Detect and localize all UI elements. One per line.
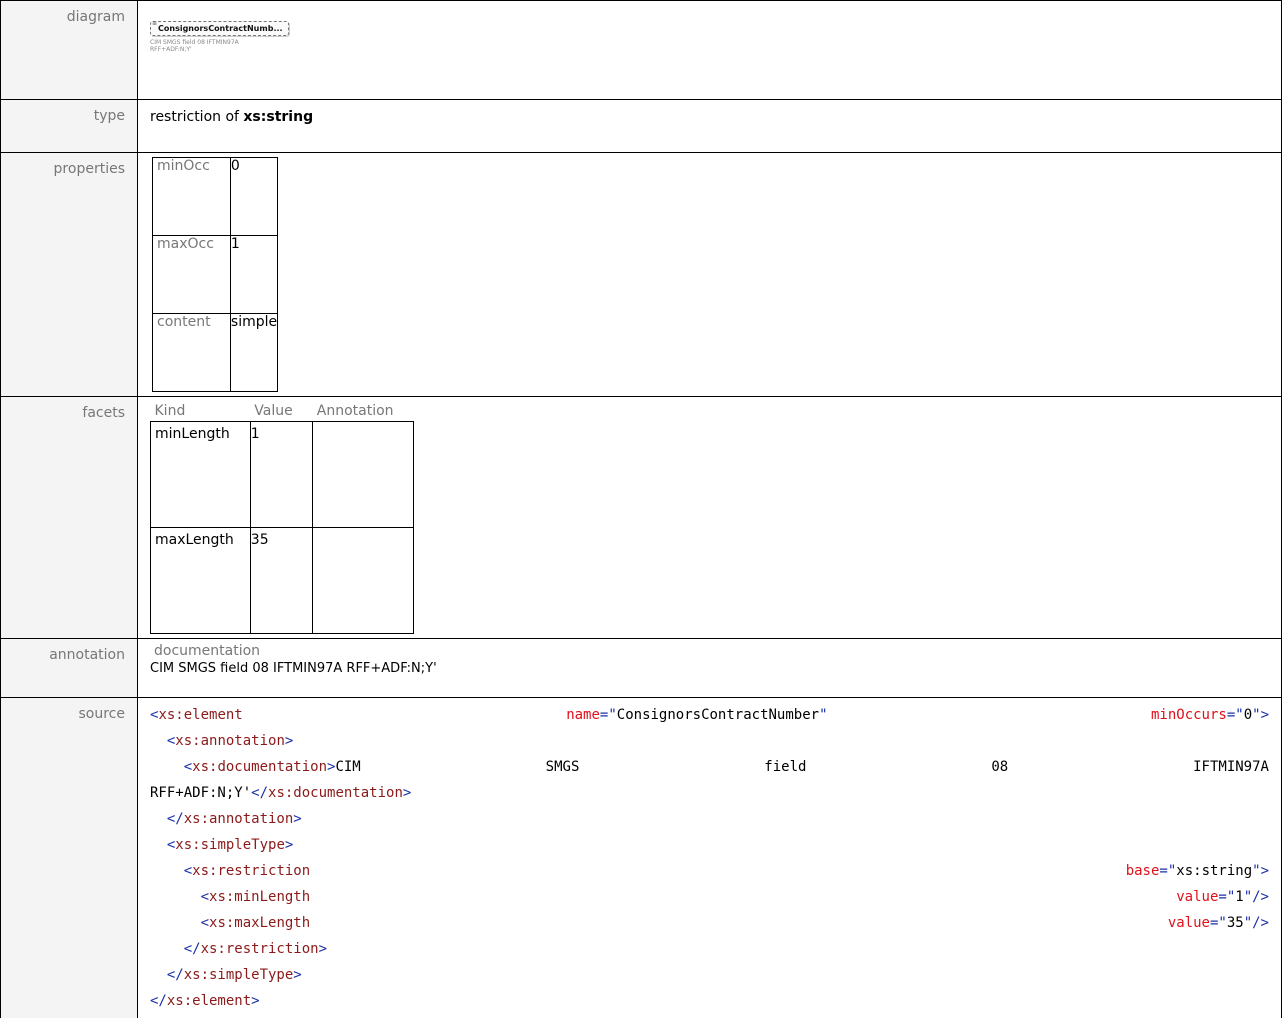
properties-table: minOcc0 maxOcc1 contentsimple [152, 157, 278, 392]
row-label-annotation: annotation [1, 639, 138, 698]
annotation-text: CIM SMGS field 08 IFTMIN97A RFF+ADF:N;Y' [150, 661, 1269, 676]
facet-value: 35 [250, 528, 312, 634]
facets-table: Kind Value Annotation minLength 1 maxLen… [150, 401, 414, 634]
property-row: maxOcc1 [153, 236, 278, 314]
type-prefix: restriction of [150, 109, 243, 125]
row-label-properties: properties [1, 153, 138, 397]
source-line: </xs:annotation> [150, 806, 1269, 832]
source-code: <xs:elementname="ConsignorsContractNumbe… [138, 698, 1282, 1018]
source-min-occurs: 0 [1244, 707, 1252, 723]
property-value: 1 [230, 236, 277, 314]
property-value: 0 [230, 158, 277, 236]
source-doc-word: IFTMIN97A [1193, 754, 1269, 780]
row-properties: properties minOcc0 maxOcc1 contentsimple [1, 153, 1282, 397]
facets-header-kind: Kind [151, 401, 251, 422]
property-row: minOcc0 [153, 158, 278, 236]
property-value: simple [230, 314, 277, 392]
documentation-table: diagram ≡ ConsignorsContractNumb... CIM … [0, 0, 1282, 1018]
source-line: </xs:element> [150, 988, 1269, 1014]
facet-row: minLength 1 [151, 422, 414, 528]
property-row: contentsimple [153, 314, 278, 392]
type-cell: restriction of xs:string [138, 100, 1282, 153]
property-key: minOcc [153, 158, 231, 236]
row-type: type restriction of xs:string [1, 100, 1282, 153]
properties-cell: minOcc0 maxOcc1 contentsimple [138, 153, 1282, 397]
row-label-source: source [1, 698, 138, 1018]
facets-header-row: Kind Value Annotation [151, 401, 414, 422]
diagram-element-box[interactable]: ≡ ConsignorsContractNumb... [150, 21, 289, 36]
diagram-caption-line1: CIM SMGS field 08 IFTMIN97A [150, 39, 1269, 46]
annotation-cell: documentation CIM SMGS field 08 IFTMIN97… [138, 639, 1282, 698]
source-line: </xs:simpleType> [150, 962, 1269, 988]
source-line: <xs:annotation> [150, 728, 1269, 754]
element-type-icon: ≡ [152, 20, 157, 27]
source-doc-tail: RFF+ADF:N;Y' [150, 785, 251, 801]
source-element-name: ConsignorsContractNumber [617, 707, 819, 723]
diagram-element-name: ConsignorsContractNumb... [158, 24, 283, 33]
row-diagram: diagram ≡ ConsignorsContractNumb... CIM … [1, 1, 1282, 100]
facets-header-value: Value [250, 401, 312, 422]
facet-value: 1 [250, 422, 312, 528]
source-line: <xs:simpleType> [150, 832, 1269, 858]
row-annotation: annotation documentation CIM SMGS field … [1, 639, 1282, 698]
source-max-length: 35 [1227, 915, 1244, 931]
source-line: <xs:elementname="ConsignorsContractNumbe… [150, 702, 1269, 728]
facets-cell: Kind Value Annotation minLength 1 maxLen… [138, 397, 1282, 639]
annotation-heading: documentation [150, 643, 1269, 659]
source-line: <xs:restrictionbase="xs:string"> [150, 858, 1269, 884]
source-line: <xs:documentation>CIMSMGSfield08IFTMIN97… [150, 754, 1269, 780]
facet-row: maxLength 35 [151, 528, 414, 634]
property-key: maxOcc [153, 236, 231, 314]
row-label-diagram: diagram [1, 1, 138, 100]
source-doc-word: 08 [991, 754, 1008, 780]
source-line: RFF+ADF:N;Y'</xs:documentation> [150, 780, 1269, 806]
facets-header-annotation: Annotation [313, 401, 414, 422]
source-min-length: 1 [1235, 889, 1243, 905]
facet-kind: maxLength [151, 528, 251, 634]
diagram-caption-line2: RFF+ADF:N;Y' [150, 46, 1269, 53]
diagram-caption: CIM SMGS field 08 IFTMIN97A RFF+ADF:N;Y' [150, 39, 1269, 53]
source-doc-word: CIM [335, 759, 360, 775]
row-label-facets: facets [1, 397, 138, 639]
source-doc-word: SMGS [546, 754, 580, 780]
facet-annotation [313, 528, 414, 634]
diagram-cell: ≡ ConsignorsContractNumb... CIM SMGS fie… [138, 1, 1282, 100]
row-facets: facets Kind Value Annotation minLength 1… [1, 397, 1282, 639]
facet-annotation [313, 422, 414, 528]
source-line: <xs:minLengthvalue="1"/> [150, 884, 1269, 910]
source-line: <xs:maxLengthvalue="35"/> [150, 910, 1269, 936]
row-label-type: type [1, 100, 138, 153]
property-key: content [153, 314, 231, 392]
facet-kind: minLength [151, 422, 251, 528]
source-base: xs:string [1176, 863, 1252, 879]
type-base-link[interactable]: xs:string [243, 109, 313, 125]
source-line: </xs:restriction> [150, 936, 1269, 962]
row-source: source <xs:elementname="ConsignorsContra… [1, 698, 1282, 1018]
source-doc-word: field [764, 754, 806, 780]
